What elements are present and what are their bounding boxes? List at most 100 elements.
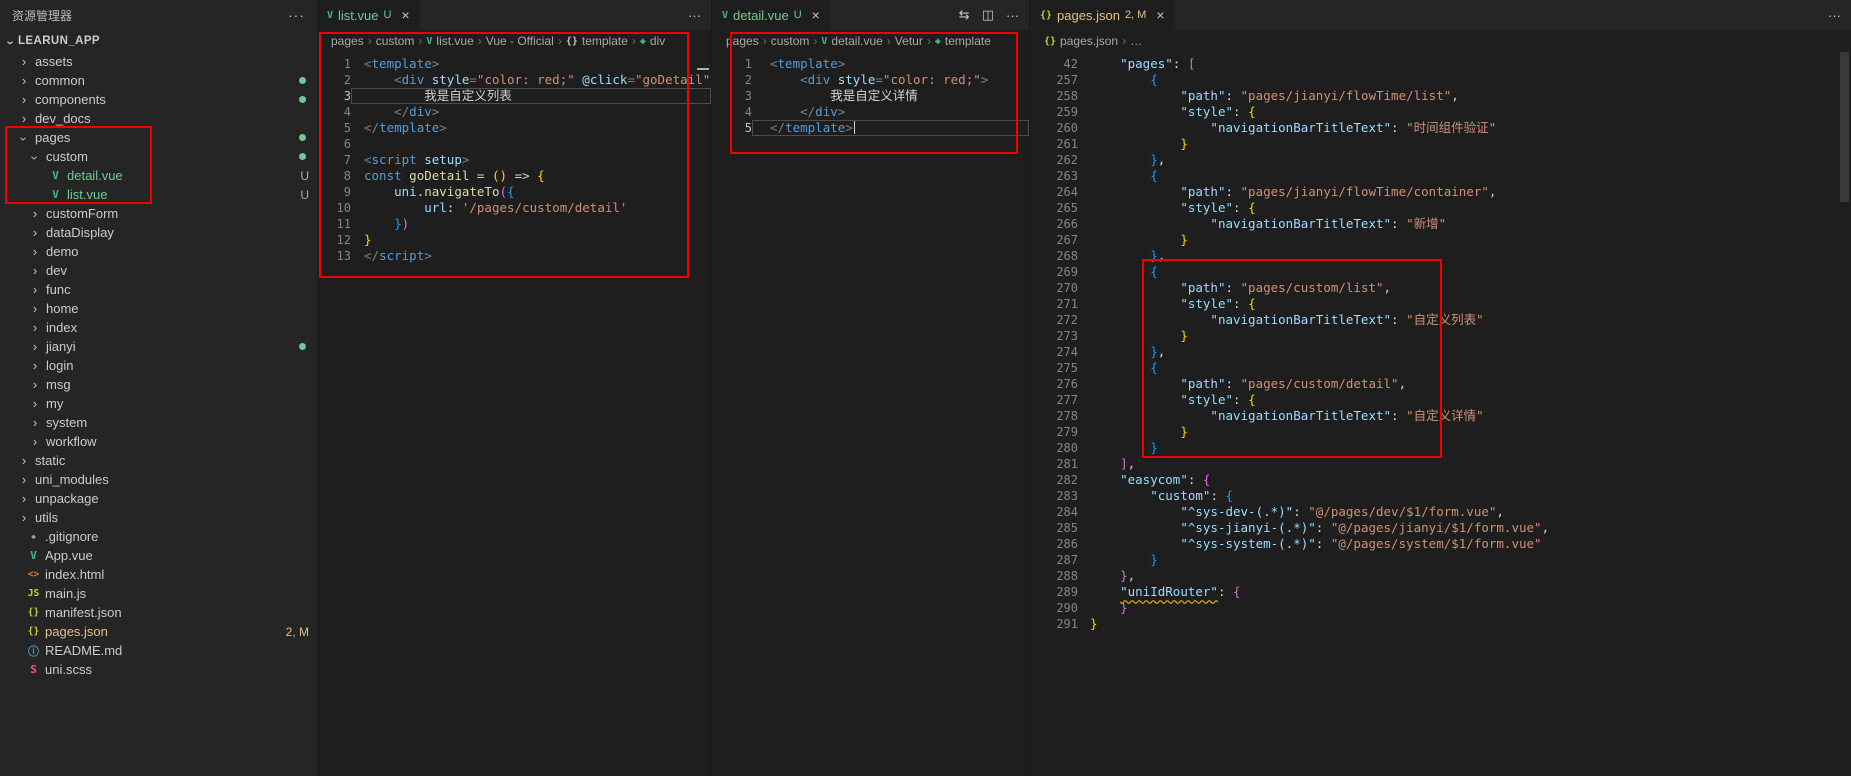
code-line-277[interactable]: 277 "style": {	[1030, 392, 1851, 408]
tree-folder-dataDisplay[interactable]: ›dataDisplay	[0, 223, 317, 242]
breadcrumb-item[interactable]: Vue - Official	[486, 34, 554, 48]
code-line-3[interactable]: 3 我是自定义详情	[712, 88, 1029, 104]
code-line-279[interactable]: 279 }	[1030, 424, 1851, 440]
code-line-1[interactable]: 1<template>	[712, 56, 1029, 72]
tree-folder-home[interactable]: ›home	[0, 299, 317, 318]
tree-file-main.js[interactable]: JSmain.js	[0, 584, 317, 603]
code-line-7[interactable]: 7<script setup>	[317, 152, 711, 168]
code-line-6[interactable]: 6	[317, 136, 711, 152]
code-line-266[interactable]: 266 "navigationBarTitleText": "新增"	[1030, 216, 1851, 232]
code-line-258[interactable]: 258 "path": "pages/jianyi/flowTime/list"…	[1030, 88, 1851, 104]
tree-root-learun-app[interactable]: › LEARUN_APP	[0, 30, 317, 52]
code-line-2[interactable]: 2 <div style="color: red;" @click="goDet…	[317, 72, 711, 88]
code-line-5[interactable]: 5</template>	[317, 120, 711, 136]
code-line-272[interactable]: 272 "navigationBarTitleText": "自定义列表"	[1030, 312, 1851, 328]
tree-folder-index[interactable]: ›index	[0, 318, 317, 337]
code-line-261[interactable]: 261 }	[1030, 136, 1851, 152]
tree-folder-my[interactable]: ›my	[0, 394, 317, 413]
close-icon[interactable]: ×	[1156, 7, 1164, 23]
tree-folder-demo[interactable]: ›demo	[0, 242, 317, 261]
code-line-2[interactable]: 2 <div style="color: red;">	[712, 72, 1029, 88]
code-line-11[interactable]: 11 })	[317, 216, 711, 232]
breadcrumb-item[interactable]: custom	[771, 34, 810, 48]
code-line-273[interactable]: 273 }	[1030, 328, 1851, 344]
tab-detail-vue[interactable]: V detail.vue U ×	[712, 0, 830, 30]
code-line-282[interactable]: 282 "easycom": {	[1030, 472, 1851, 488]
tree-file-README.md[interactable]: ⓘREADME.md	[0, 641, 317, 660]
breadcrumb-item[interactable]: Vdetail.vue	[821, 34, 882, 48]
code-line-280[interactable]: 280 }	[1030, 440, 1851, 456]
tree-file-manifest.json[interactable]: {}manifest.json	[0, 603, 317, 622]
tree-file-.gitignore[interactable]: ◆.gitignore	[0, 527, 317, 546]
code-line-10[interactable]: 10 url: '/pages/custom/detail'	[317, 200, 711, 216]
code-line-290[interactable]: 290 }	[1030, 600, 1851, 616]
breadcrumb-item[interactable]: custom	[376, 34, 415, 48]
more-actions-icon[interactable]: ···	[1006, 8, 1019, 23]
more-actions-icon[interactable]: ···	[1828, 8, 1841, 23]
code-line-288[interactable]: 288 },	[1030, 568, 1851, 584]
breadcrumb-item[interactable]: {}pages.json	[1044, 34, 1118, 48]
tree-folder-workflow[interactable]: ›workflow	[0, 432, 317, 451]
tree-folder-msg[interactable]: ›msg	[0, 375, 317, 394]
code-line-265[interactable]: 265 "style": {	[1030, 200, 1851, 216]
tree-file-index.html[interactable]: <>index.html	[0, 565, 317, 584]
code-line-263[interactable]: 263 {	[1030, 168, 1851, 184]
breadcrumb-item[interactable]: ◈div	[640, 34, 665, 48]
breadcrumb-item[interactable]: …	[1130, 34, 1142, 48]
code-editor-detail-vue[interactable]: 1<template>2 <div style="color: red;">3 …	[712, 52, 1029, 776]
code-line-13[interactable]: 13</script>	[317, 248, 711, 264]
tree-folder-system[interactable]: ›system	[0, 413, 317, 432]
tree-folder-assets[interactable]: ›assets	[0, 52, 317, 71]
code-line-289[interactable]: 289 "uniIdRouter": {	[1030, 584, 1851, 600]
breadcrumb-item[interactable]: {}template	[566, 34, 628, 48]
tree-folder-common[interactable]: ›common	[0, 71, 317, 90]
tree-folder-jianyi[interactable]: ›jianyi	[0, 337, 317, 356]
code-line-8[interactable]: 8const goDetail = () => {	[317, 168, 711, 184]
code-line-262[interactable]: 262 },	[1030, 152, 1851, 168]
tree-folder-components[interactable]: ›components	[0, 90, 317, 109]
code-line-1[interactable]: 1<template>	[317, 56, 711, 72]
breadcrumb-item[interactable]: Vlist.vue	[426, 34, 473, 48]
code-editor-list-vue[interactable]: 1<template>2 <div style="color: red;" @c…	[317, 52, 711, 776]
tree-folder-custom[interactable]: ›custom	[0, 147, 317, 166]
code-line-257[interactable]: 257 {	[1030, 72, 1851, 88]
compare-changes-icon[interactable]: ⇆	[959, 7, 970, 23]
code-line-271[interactable]: 271 "style": {	[1030, 296, 1851, 312]
code-line-4[interactable]: 4 </div>	[712, 104, 1029, 120]
code-line-9[interactable]: 9 uni.navigateTo({	[317, 184, 711, 200]
tree-folder-pages[interactable]: ›pages	[0, 128, 317, 147]
tree-file-App.vue[interactable]: VApp.vue	[0, 546, 317, 565]
code-editor-pages-json[interactable]: 42 "pages": [257 {258 "path": "pages/jia…	[1030, 52, 1851, 776]
code-line-268[interactable]: 268 },	[1030, 248, 1851, 264]
tree-folder-unpackage[interactable]: ›unpackage	[0, 489, 317, 508]
tree-file-detail.vue[interactable]: Vdetail.vueU	[0, 166, 317, 185]
code-line-283[interactable]: 283 "custom": {	[1030, 488, 1851, 504]
code-line-4[interactable]: 4 </div>	[317, 104, 711, 120]
more-actions-icon[interactable]: ···	[288, 7, 305, 23]
scrollbar[interactable]	[1840, 52, 1849, 202]
split-editor-icon[interactable]: ◫	[982, 7, 994, 23]
code-line-3[interactable]: 3 我是自定义列表	[317, 88, 711, 104]
code-line-287[interactable]: 287 }	[1030, 552, 1851, 568]
code-line-274[interactable]: 274 },	[1030, 344, 1851, 360]
tree-folder-uni_modules[interactable]: ›uni_modules	[0, 470, 317, 489]
close-icon[interactable]: ×	[401, 7, 409, 23]
code-line-12[interactable]: 12}	[317, 232, 711, 248]
tree-folder-customForm[interactable]: ›customForm	[0, 204, 317, 223]
more-actions-icon[interactable]: ···	[688, 8, 701, 23]
code-line-270[interactable]: 270 "path": "pages/custom/list",	[1030, 280, 1851, 296]
code-line-278[interactable]: 278 "navigationBarTitleText": "自定义详情"	[1030, 408, 1851, 424]
tree-file-list.vue[interactable]: Vlist.vueU	[0, 185, 317, 204]
code-line-264[interactable]: 264 "path": "pages/jianyi/flowTime/conta…	[1030, 184, 1851, 200]
code-line-276[interactable]: 276 "path": "pages/custom/detail",	[1030, 376, 1851, 392]
breadcrumb-item[interactable]: Vetur	[895, 34, 923, 48]
breadcrumb-item[interactable]: pages	[726, 34, 759, 48]
code-line-275[interactable]: 275 {	[1030, 360, 1851, 376]
code-line-285[interactable]: 285 "^sys-jianyi-(.*)": "@/pages/jianyi/…	[1030, 520, 1851, 536]
breadcrumb-item[interactable]: pages	[331, 34, 364, 48]
tree-folder-func[interactable]: ›func	[0, 280, 317, 299]
tab-list-vue[interactable]: V list.vue U ×	[317, 0, 420, 30]
code-line-260[interactable]: 260 "navigationBarTitleText": "时间组件验证"	[1030, 120, 1851, 136]
code-line-5[interactable]: 5</template>	[712, 120, 1029, 136]
code-line-291[interactable]: 291}	[1030, 616, 1851, 632]
